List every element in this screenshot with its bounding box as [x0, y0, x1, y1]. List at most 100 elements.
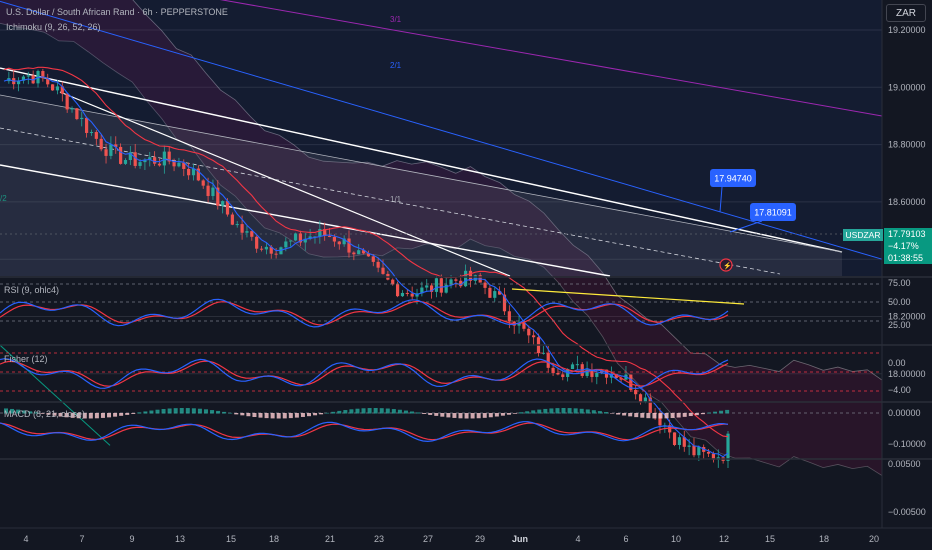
candle [507, 311, 511, 322]
macd-histogram-bar [107, 413, 112, 418]
candle [55, 86, 60, 91]
time-label: 23 [374, 534, 384, 544]
candle [211, 187, 215, 197]
macd-histogram-bar [203, 409, 208, 414]
macd-histogram-bar [725, 409, 730, 414]
chart-canvas[interactable]: 3/12/11/1/2 ⚡ 19.2000019.0000018.8000018… [0, 0, 932, 550]
time-label: 4 [575, 534, 580, 544]
macd-histogram-bar [161, 409, 166, 414]
candle [75, 108, 79, 120]
macd-tick: 0.00000 [888, 408, 921, 418]
candle [89, 132, 94, 134]
fan-label-2-1: 2/1 [390, 61, 402, 70]
currency-button[interactable]: ZAR [886, 4, 926, 22]
candle [289, 240, 293, 242]
macd-histogram-bar [470, 413, 475, 419]
price-tick: 18.00000 [888, 369, 926, 379]
macd-histogram-bar [476, 413, 481, 419]
macd-label[interactable]: MACD (8, 21, close) [4, 409, 85, 419]
macd-histogram-bar [513, 413, 518, 414]
candle [206, 185, 210, 197]
candle [638, 394, 643, 403]
rsi-label[interactable]: RSI (9, ohlc4) [4, 285, 59, 295]
ichimoku-indicator-label[interactable]: Ichimoku (9, 26, 52, 26) [6, 22, 101, 32]
candle [109, 144, 113, 156]
macd-histogram-bar [397, 409, 402, 414]
candle [357, 250, 361, 255]
macd-histogram-bar [670, 413, 675, 419]
candle [26, 75, 30, 77]
macd-histogram-bar [537, 409, 542, 414]
rsi-tick: 50.00 [888, 297, 911, 307]
macd-histogram-bar [688, 413, 693, 417]
time-label: 12 [719, 534, 729, 544]
time-axis[interactable]: 4 7 9 13 15 18 21 23 27 29 Jun 4 6 10 12 15 18 20 [23, 534, 879, 544]
candle [595, 372, 599, 377]
candle [692, 445, 696, 456]
candle [677, 437, 682, 445]
last-price-label: 17.79103 [888, 229, 926, 239]
macd-histogram-bar [428, 413, 433, 415]
macd-histogram-bar [149, 410, 154, 414]
callout-label: 17.94740 [714, 174, 752, 184]
macd-histogram-bar [452, 413, 457, 418]
macd-histogram-bar [616, 413, 621, 415]
macd-histogram-bar [167, 408, 172, 414]
time-label: 6 [623, 534, 628, 544]
macd-histogram-bar [240, 413, 245, 416]
macd-histogram-bar [519, 412, 524, 414]
fisher-tick: −4.00 [888, 385, 911, 395]
macd-tick: −0.10000 [888, 439, 926, 449]
macd-histogram-bar [543, 408, 548, 414]
candle [259, 248, 264, 250]
candle [240, 224, 244, 233]
candle [162, 151, 166, 166]
macd-histogram-bar [155, 409, 160, 414]
time-label: Jun [512, 534, 528, 544]
macd-histogram-bar [331, 411, 336, 414]
price-tick: 19.20000 [888, 25, 926, 35]
macd-histogram-bar [100, 413, 105, 418]
macd-histogram-bar [367, 408, 372, 414]
lightning-glyph: ⚡ [723, 261, 732, 270]
macd-histogram-bar [282, 413, 287, 419]
candle [371, 256, 375, 262]
macd-histogram-bar [313, 413, 318, 416]
macd-histogram-bar [88, 413, 93, 419]
main-pane[interactable]: 3/12/11/1/2 ⚡ [0, 0, 883, 476]
candle [187, 168, 191, 176]
macd-histogram-bar [258, 413, 263, 418]
macd-histogram-bar [494, 413, 499, 417]
time-label: 10 [671, 534, 681, 544]
macd-histogram-bar [355, 408, 360, 414]
macd-histogram-bar [294, 413, 299, 418]
candle [575, 364, 579, 366]
macd-histogram-bar [628, 413, 633, 417]
macd-histogram-bar [700, 413, 705, 415]
macd-histogram-bar [555, 408, 560, 414]
candle [527, 328, 531, 336]
price-change-label: −4.17% [888, 241, 919, 251]
macd-histogram-bar [125, 413, 130, 415]
symbol-label: USDZAR [846, 230, 881, 240]
macd-histogram-bar [652, 413, 657, 419]
time-label: 20 [869, 534, 879, 544]
candle [473, 275, 477, 281]
macd-histogram-bar [210, 410, 215, 414]
candle [570, 364, 575, 370]
macd-histogram-bar [585, 409, 590, 414]
macd-histogram-bar [143, 411, 148, 414]
macd-histogram-bar [664, 413, 669, 419]
macd-histogram-bar [410, 411, 415, 414]
candle [425, 285, 429, 288]
candle [85, 117, 89, 133]
pane-tick: −0.00500 [888, 507, 926, 517]
macd-histogram-bar [319, 413, 324, 415]
macd-histogram-bar [385, 408, 390, 414]
macd-histogram-bar [222, 411, 227, 414]
macd-histogram-bar [579, 408, 584, 414]
time-label: 18 [819, 534, 829, 544]
macd-histogram-bar [597, 411, 602, 414]
candle [706, 451, 711, 454]
fisher-label[interactable]: Fisher (12) [4, 354, 48, 364]
